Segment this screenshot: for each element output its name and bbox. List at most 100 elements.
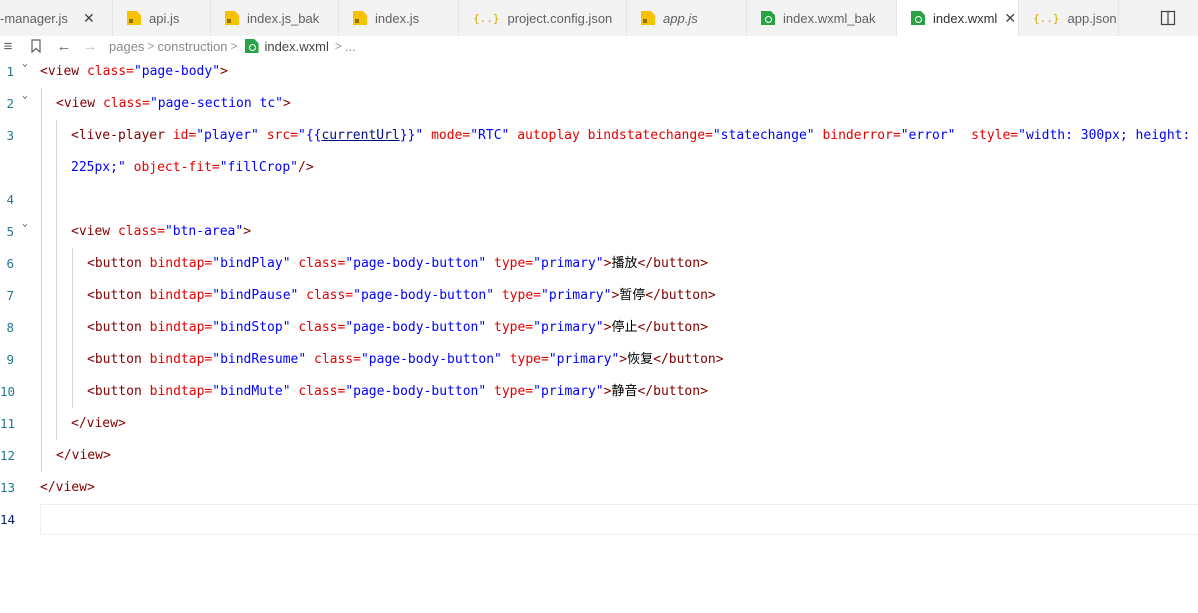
js-file-icon [353, 11, 367, 25]
code-token-tag: > [283, 96, 291, 111]
code-line[interactable]: 9 <button bindtap="bindResume" class="pag… [0, 344, 1198, 376]
tab-manager-js[interactable]: -manager.js ✕ [0, 0, 113, 36]
close-icon[interactable]: ✕ [82, 10, 96, 27]
line-number: 1 [6, 64, 14, 79]
code-line[interactable]: 2 ⌄ <view class="page-section tc"> [0, 88, 1198, 120]
code-token-tag: </view> [71, 416, 126, 431]
code-line[interactable]: 14 [0, 504, 1198, 536]
code-token-text: 暂停 [619, 288, 646, 303]
tab-index-wxml-bak[interactable]: index.wxml_bak [747, 0, 897, 36]
menu-icon[interactable]: ≡ [0, 38, 16, 55]
breadcrumb-item-ellipsis[interactable]: ... [345, 39, 356, 54]
code-line[interactable]: 5 ⌄ <view class="btn-area"> [0, 216, 1198, 248]
line-number: 2 [6, 96, 14, 111]
code-line[interactable]: 4 [0, 184, 1198, 216]
code-token-str: " [298, 128, 306, 143]
code-token-attr: class= [102, 96, 150, 111]
tab-app-json[interactable]: {..} app.json [1019, 0, 1119, 36]
tab-api-js[interactable]: api.js [113, 0, 211, 36]
code-line[interactable]: 12 </view> [0, 440, 1198, 472]
code-token-str: "primary" [541, 288, 612, 303]
code-token-str: " [415, 128, 432, 143]
line-number: 11 [0, 416, 16, 431]
code-token-attr: class= [306, 288, 354, 303]
js-file-icon [127, 11, 141, 25]
code-line[interactable]: 1 ⌄ <view class="page-body"> [0, 56, 1198, 88]
fold-chevron-icon[interactable]: ⌄ [22, 219, 32, 229]
code-token-str: "page-body-button" [353, 288, 502, 303]
code-token-str: "width: 300px; height: [1018, 128, 1191, 143]
code-line[interactable]: 10 <button bindtap="bindMute" class="page… [0, 376, 1198, 408]
split-editor-icon[interactable] [1160, 10, 1176, 26]
editor-tab-bar: -manager.js ✕ api.js index.js_bak index.… [0, 0, 1198, 36]
code-token-str: 225px;" [71, 160, 134, 175]
code-token-attr: bindtap= [149, 352, 213, 367]
code-token-tag: </button> [653, 352, 724, 367]
code-line[interactable]: 6 <button bindtap="bindPlay" class="page-… [0, 248, 1198, 280]
code-token-text: 播放 [611, 256, 638, 271]
code-token-tag: </button> [637, 256, 708, 271]
line-number: 14 [0, 512, 16, 527]
code-text: <live-player id="player" src="{{currentU… [71, 120, 1190, 152]
bookmark-icon[interactable] [28, 38, 44, 54]
code-token-attr: class= [298, 256, 346, 271]
code-token-str: "page-body-button" [345, 384, 495, 399]
code-token-attr: class= [314, 352, 361, 367]
code-text: <view class="page-body"> [40, 56, 228, 88]
code-line[interactable]: 3 <live-player id="player" src="{{current… [0, 120, 1198, 152]
code-token-attr: type= [494, 320, 534, 335]
code-token-attr: src= [266, 128, 298, 143]
tab-index-wxml[interactable]: index.wxml ✕ [897, 0, 1019, 36]
tab-project-config-json[interactable]: {..} project.config.json [459, 0, 627, 36]
code-token-str: "primary" [533, 320, 604, 335]
code-token-tmpl: }} [399, 128, 416, 143]
tab-index-js-bak[interactable]: index.js_bak [211, 0, 339, 36]
close-icon[interactable]: ✕ [1003, 10, 1017, 27]
tab-app-js[interactable]: app.js [627, 0, 747, 36]
code-text: </view> [40, 472, 95, 504]
code-line[interactable]: 8 <button bindtap="bindStop" class="page-… [0, 312, 1198, 344]
line-number: 4 [6, 192, 14, 207]
code-text: 225px;" object-fit="fillCrop"/> [71, 152, 314, 184]
code-editor[interactable]: 1 ⌄ <view class="page-body"> 2 ⌄ <view class=… [0, 56, 1198, 613]
code-token-str: "fillCrop" [219, 160, 298, 175]
code-line[interactable]: 225px;" object-fit="fillCrop"/> [0, 152, 1198, 184]
code-token-attr: object-fit= [133, 160, 220, 175]
code-token-tag: </view> [40, 480, 95, 495]
code-token-str: "bindStop" [212, 320, 299, 335]
breadcrumb-item-pages[interactable]: pages [109, 39, 144, 54]
code-token-str: "bindPause" [212, 288, 307, 303]
line-number: 9 [6, 352, 14, 367]
code-line[interactable]: 7 <button bindtap="bindPause" class="page… [0, 280, 1198, 312]
wxml-file-icon [244, 39, 259, 53]
breadcrumb-separator: > [147, 39, 155, 53]
forward-arrow-icon[interactable]: → [82, 38, 98, 55]
code-token-attr: class= [86, 64, 134, 79]
line-number: 10 [0, 384, 16, 399]
tab-bar-spacer [1119, 0, 1198, 36]
fold-chevron-icon[interactable]: ⌄ [22, 91, 32, 101]
js-file-icon [225, 11, 239, 25]
code-token-attr: bindtap= [149, 288, 213, 303]
code-token-str: "RTC" [470, 128, 518, 143]
tab-label: index.js_bak [247, 10, 320, 26]
code-token-text: 停止 [611, 320, 638, 335]
code-line[interactable]: 11 </view> [0, 408, 1198, 440]
back-arrow-icon[interactable]: ← [56, 38, 72, 55]
code-line[interactable]: 13 </view> [0, 472, 1198, 504]
breadcrumb-item-file[interactable]: index.wxml [265, 39, 329, 54]
code-token-attr: class= [298, 384, 346, 399]
code-token-tag: <button [87, 320, 150, 335]
code-token-tag: <button [87, 352, 150, 367]
code-token-str: "page-section tc" [149, 96, 283, 111]
fold-chevron-icon[interactable]: ⌄ [22, 59, 32, 69]
code-token-tag: <button [87, 384, 150, 399]
line-number: 7 [6, 288, 14, 303]
breadcrumb-item-construction[interactable]: construction [157, 39, 227, 54]
tab-index-js[interactable]: index.js [339, 0, 459, 36]
code-token-attr: type= [494, 256, 534, 271]
code-text: <button bindtap="bindMute" class="page-b… [87, 376, 708, 408]
code-token-var: currentUrl [321, 128, 400, 143]
json-file-icon: {..} [473, 11, 500, 25]
line-number: 12 [0, 448, 16, 463]
